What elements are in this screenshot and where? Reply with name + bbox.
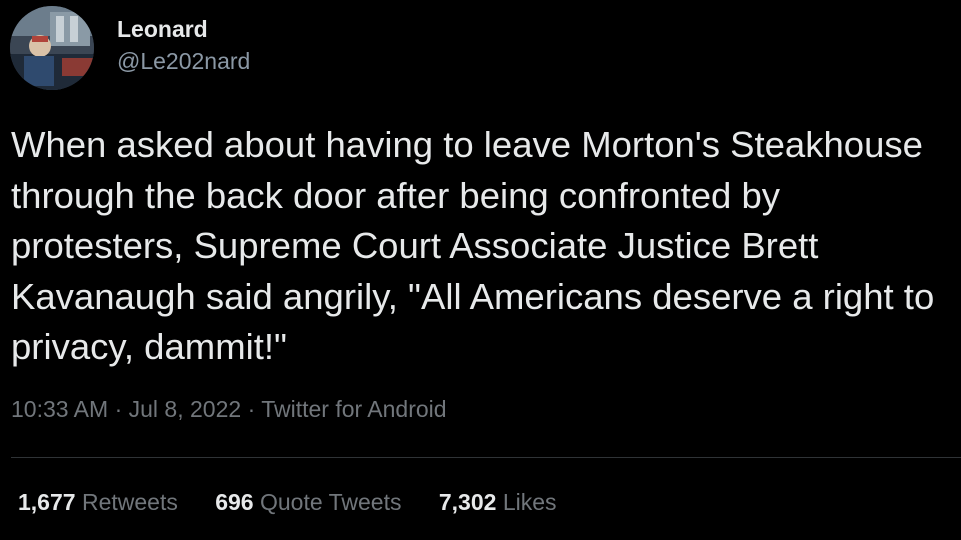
divider bbox=[11, 457, 961, 458]
likes-stat[interactable]: 7,302 Likes bbox=[439, 489, 557, 516]
meta-separator: · bbox=[247, 396, 256, 422]
avatar-image bbox=[10, 6, 94, 90]
tweet-date[interactable]: Jul 8, 2022 bbox=[129, 396, 242, 422]
tweet-text: When asked about having to leave Morton'… bbox=[11, 124, 935, 367]
tweet-meta: 10:33 AM · Jul 8, 2022 · Twitter for And… bbox=[11, 396, 447, 423]
author-handle[interactable]: @Le202nard bbox=[117, 44, 250, 78]
author-block: Leonard @Le202nard bbox=[117, 14, 250, 78]
tweet-stats: 1,677 Retweets 696 Quote Tweets 7,302 Li… bbox=[18, 489, 588, 516]
tweet-time[interactable]: 10:33 AM bbox=[11, 396, 108, 422]
tweet-detail: Leonard @Le202nard When asked about havi… bbox=[0, 0, 961, 540]
tweet-source[interactable]: Twitter for Android bbox=[261, 396, 446, 422]
quote-tweets-count: 696 bbox=[215, 489, 254, 515]
author-display-name[interactable]: Leonard bbox=[117, 14, 250, 44]
retweets-stat[interactable]: 1,677 Retweets bbox=[18, 489, 178, 516]
meta-separator: · bbox=[114, 396, 123, 422]
retweets-label: Retweets bbox=[81, 489, 178, 515]
likes-label: Likes bbox=[502, 489, 557, 515]
retweets-count: 1,677 bbox=[18, 489, 76, 515]
avatar[interactable] bbox=[10, 6, 94, 90]
likes-count: 7,302 bbox=[438, 489, 497, 515]
quote-tweets-label: Quote Tweets bbox=[259, 489, 402, 515]
quote-tweets-stat[interactable]: 696 Quote Tweets bbox=[215, 489, 401, 516]
